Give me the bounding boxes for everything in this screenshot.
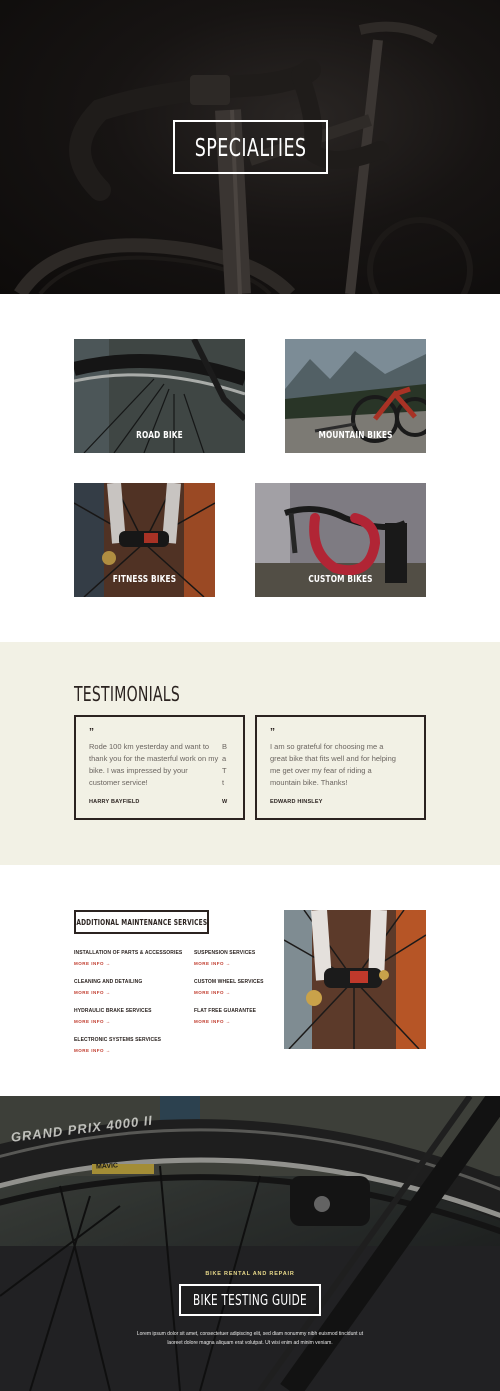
service-item: INSTALLATION OF PARTS & ACCESSORIES MORE… xyxy=(74,950,189,966)
quote-icon: ” xyxy=(270,727,275,738)
more-info-link[interactable]: MORE INFO → xyxy=(74,1048,189,1053)
testimonial-author: EDWARD HINSLEY xyxy=(270,799,323,805)
specialty-label: MOUNTAIN BIKES xyxy=(318,430,393,441)
testimonial-card: ” I am so grateful for choosing me a gre… xyxy=(255,715,426,820)
service-title: INSTALLATION OF PARTS & ACCESSORIES xyxy=(74,950,183,956)
specialty-card-fitness-bikes[interactable]: FITNESS BIKES xyxy=(74,483,215,597)
service-item: HYDRAULIC BRAKE SERVICES MORE INFO → xyxy=(74,1008,189,1024)
specialty-card-mountain-bikes[interactable]: MOUNTAIN BIKES xyxy=(285,339,426,453)
cta-body-text: Lorem ipsum dolor sit amet, consectetuer… xyxy=(136,1331,364,1346)
cta-section: GRAND PRIX 4000 II MAVIC BIKE RENTAL AND… xyxy=(0,1096,500,1391)
service-item: CLEANING AND DETAILING MORE INFO → xyxy=(74,979,189,995)
hero-title-box: SPECIALTIES xyxy=(173,120,328,174)
more-info-link[interactable]: MORE INFO → xyxy=(74,1019,189,1024)
testimonial-peek-author: W xyxy=(222,799,228,805)
hero-section: SPECIALTIES xyxy=(0,0,500,294)
services-heading: ADDITIONAL MAINTENANCE SERVICES xyxy=(76,917,207,927)
cta-eyebrow: BIKE RENTAL AND REPAIR xyxy=(205,1271,295,1277)
specialty-card-road-bike[interactable]: ROAD BIKE xyxy=(74,339,245,453)
cta-title: BIKE TESTING GUIDE xyxy=(193,1291,307,1309)
specialty-label: CUSTOM BIKES xyxy=(308,574,373,585)
specialty-label: ROAD BIKE xyxy=(136,430,183,441)
specialty-card-custom-bikes[interactable]: CUSTOM BIKES xyxy=(255,483,426,597)
testimonial-author: HARRY BAYFIELD xyxy=(89,799,140,805)
page-title: SPECIALTIES xyxy=(194,132,307,162)
service-title: ELECTRONIC SYSTEMS SERVICES xyxy=(74,1037,162,1043)
peek-line: T xyxy=(222,766,227,775)
rim-brand-text: MAVIC xyxy=(95,1162,119,1171)
peek-line: t xyxy=(222,778,225,787)
testimonials-heading: TESTIMONIALS xyxy=(74,682,180,706)
peek-line: a xyxy=(222,754,227,763)
service-title: HYDRAULIC BRAKE SERVICES xyxy=(74,1008,152,1014)
testimonial-text: Rode 100 km yesterday and want to thank … xyxy=(89,742,219,787)
fork-hub-photo xyxy=(284,910,426,1049)
service-title: CLEANING AND DETAILING xyxy=(74,979,143,985)
cta-title-box: BIKE TESTING GUIDE xyxy=(179,1284,321,1316)
specialty-label: FITNESS BIKES xyxy=(112,574,177,585)
services-heading-box: ADDITIONAL MAINTENANCE SERVICES xyxy=(74,910,209,934)
more-info-link[interactable]: MORE INFO → xyxy=(74,961,189,966)
quote-icon: ” xyxy=(89,727,94,738)
testimonial-text: I am so grateful for choosing me a great… xyxy=(270,742,396,787)
service-item: ELECTRONIC SYSTEMS SERVICES MORE INFO → xyxy=(74,1037,189,1053)
peek-line: B xyxy=(222,742,228,751)
more-info-link[interactable]: MORE INFO → xyxy=(74,990,189,995)
testimonial-card: ” Rode 100 km yesterday and want to than… xyxy=(74,715,245,820)
testimonials-section: TESTIMONIALS ” Rode 100 km yesterday and… xyxy=(0,642,500,865)
testimonial-peek-text: B a T t xyxy=(222,741,227,789)
services-photo xyxy=(284,910,426,1049)
